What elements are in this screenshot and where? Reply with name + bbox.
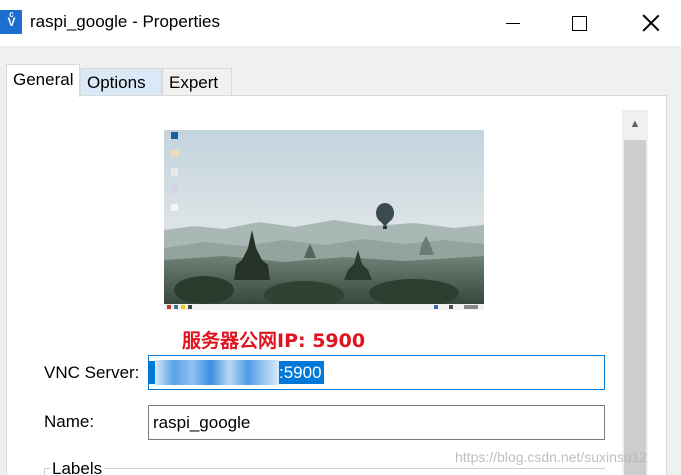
minimize-icon <box>506 22 520 24</box>
scroll-up-arrow-icon[interactable]: ▲ <box>622 110 648 138</box>
maximize-button[interactable] <box>556 0 602 46</box>
redacted-hostname <box>155 360 279 385</box>
vnc-server-input[interactable]: :5900 <box>148 355 605 390</box>
close-icon <box>642 14 660 32</box>
csdn-watermark: https://blog.csdn.net/suxinsu12 <box>455 449 648 465</box>
public-ip-annotation: 服务器公网IP: 5900 <box>182 330 366 352</box>
name-label: Name: <box>44 412 95 431</box>
maximize-icon <box>571 15 587 31</box>
desktop-preview-svg <box>164 130 484 310</box>
labels-group-box <box>44 468 605 475</box>
vnc-server-label: VNC Server: <box>44 363 140 382</box>
name-input[interactable]: raspi_google <box>148 405 605 440</box>
desktop-preview-image <box>164 130 484 310</box>
tab-general[interactable]: General <box>6 64 80 97</box>
scroll-thumb[interactable] <box>624 140 646 475</box>
title-bar: Vͨ raspi_google - Properties <box>0 0 681 46</box>
app-icon-glyph: Vͨ <box>7 15 15 29</box>
minimize-button[interactable] <box>490 0 536 46</box>
window-title: raspi_google - Properties <box>30 12 220 31</box>
vnc-viewer-app-icon: Vͨ <box>0 10 22 34</box>
vertical-scrollbar[interactable]: ▲ <box>622 110 648 475</box>
tab-options[interactable]: Options <box>80 68 162 96</box>
labels-group-title: Labels <box>50 459 105 475</box>
close-button[interactable] <box>628 0 674 46</box>
tab-expert[interactable]: Expert <box>162 68 232 96</box>
